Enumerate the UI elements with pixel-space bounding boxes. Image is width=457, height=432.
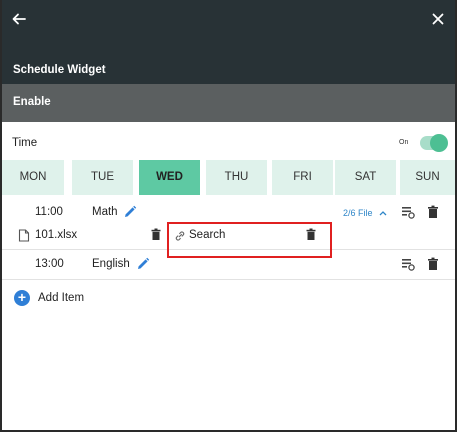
delete-row-icon[interactable] bbox=[426, 205, 440, 219]
page-title: Schedule Widget bbox=[13, 64, 106, 76]
header-bar: Schedule Widget bbox=[2, 0, 455, 84]
back-button[interactable] bbox=[12, 8, 34, 30]
file-count-text: 2/6 File bbox=[343, 208, 373, 218]
file-count-link[interactable]: 2/6 File bbox=[343, 208, 387, 218]
plus-icon: + bbox=[14, 290, 30, 306]
toggle-knob bbox=[430, 134, 448, 152]
close-button[interactable] bbox=[427, 8, 449, 30]
day-tabs: MON TUE WED THU FRI SAT SUN bbox=[2, 160, 455, 196]
chevron-up-icon bbox=[379, 211, 387, 216]
schedule-subject: Math bbox=[92, 206, 118, 218]
file-icon bbox=[18, 229, 32, 243]
toggle-state-label: On bbox=[399, 139, 409, 146]
arrow-left-icon bbox=[12, 13, 26, 25]
tab-sat[interactable]: SAT bbox=[335, 160, 396, 195]
enable-label: Enable bbox=[13, 96, 51, 108]
schedule-widget-window: Schedule Widget Enable Time On MON TUE W… bbox=[0, 0, 457, 432]
manage-files-icon[interactable] bbox=[401, 205, 415, 219]
tab-mon[interactable]: MON bbox=[2, 160, 64, 195]
manage-files-icon[interactable] bbox=[401, 257, 415, 271]
add-item-label: Add Item bbox=[38, 292, 85, 304]
file-name[interactable]: 101.xlsx bbox=[35, 229, 77, 241]
tab-fri[interactable]: FRI bbox=[272, 160, 333, 195]
tab-sun[interactable]: SUN bbox=[400, 160, 455, 195]
schedule-time: 13:00 bbox=[35, 258, 64, 270]
tab-thu[interactable]: THU bbox=[206, 160, 267, 195]
schedule-time: 11:00 bbox=[35, 206, 63, 218]
enable-bar[interactable]: Enable bbox=[2, 84, 455, 122]
delete-file-icon[interactable] bbox=[150, 228, 164, 242]
tab-wed[interactable]: WED bbox=[139, 160, 200, 195]
schedule-row bbox=[2, 250, 455, 280]
delete-row-icon[interactable] bbox=[426, 257, 440, 271]
tab-tue[interactable]: TUE bbox=[72, 160, 133, 195]
edit-pencil-icon[interactable] bbox=[136, 257, 150, 271]
time-label: Time bbox=[12, 137, 38, 149]
schedule-subject: English bbox=[92, 258, 130, 270]
close-icon bbox=[432, 13, 444, 25]
edit-pencil-icon[interactable] bbox=[123, 205, 137, 219]
time-toggle[interactable] bbox=[420, 134, 448, 152]
